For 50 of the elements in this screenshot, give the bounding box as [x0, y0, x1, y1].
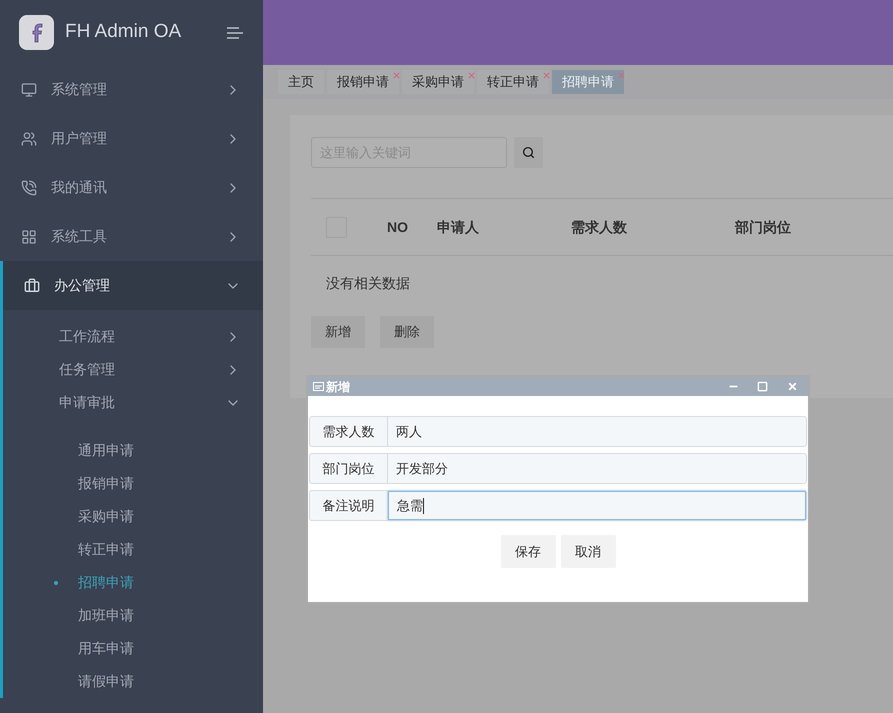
text-cursor [423, 498, 424, 514]
sidebar-item[interactable]: 用户管理 [0, 114, 263, 163]
users-icon [21, 130, 37, 146]
close-icon[interactable] [392, 71, 401, 80]
sidebar-subitem[interactable]: 任务管理 [3, 353, 263, 386]
grid-icon [21, 228, 37, 244]
menu-icon[interactable] [226, 26, 244, 40]
search-button[interactable] [514, 137, 543, 168]
dialog-button[interactable]: 取消 [560, 535, 616, 568]
close-icon[interactable] [542, 71, 551, 80]
maximize-icon[interactable] [757, 381, 768, 392]
tab[interactable]: 转正申请 [477, 70, 549, 94]
briefcase-icon [24, 278, 40, 294]
tab[interactable]: 采购申请 [402, 70, 474, 94]
monitor-icon [21, 82, 37, 98]
close-icon[interactable] [617, 71, 626, 80]
column-header: 需求人数 [571, 218, 628, 236]
sidebar-subitem[interactable]: 请假申请 [3, 665, 263, 698]
action-button[interactable]: 新增 [311, 316, 365, 348]
sidebar-subitem[interactable]: 转正申请 [3, 533, 263, 566]
sidebar-subitem[interactable]: 采购申请 [3, 500, 263, 533]
sidebar-item[interactable]: 系统管理 [0, 65, 263, 114]
sidebar-subitem[interactable]: 用车申请 [3, 632, 263, 665]
sidebar-subitem[interactable]: 报销申请 [3, 467, 263, 500]
column-header: 申请人 [437, 218, 480, 236]
close-icon[interactable] [467, 71, 476, 80]
input-field[interactable]: 急需 [388, 491, 806, 520]
field-label: 备注说明 [310, 491, 388, 520]
sidebar-subitem[interactable]: 通用申请 [3, 434, 263, 467]
sidebar-item[interactable]: 我的通讯 [0, 163, 263, 212]
empty-message: 没有相关数据 [326, 274, 410, 293]
tab[interactable]: 主页 [278, 70, 324, 94]
sidebar-subitem[interactable]: 工作流程 [3, 320, 263, 353]
dialog-title: 新增 [326, 378, 350, 396]
window-icon [313, 382, 324, 391]
action-button[interactable]: 删除 [380, 316, 434, 348]
sidebar-subitem[interactable]: 申请审批 [3, 386, 263, 419]
tab[interactable]: 招聘申请 [552, 70, 624, 94]
column-header: NO [387, 218, 409, 236]
sidebar-item[interactable]: 办公管理 [0, 261, 263, 310]
sidebar-item[interactable]: 系统工具 [0, 212, 263, 261]
dialog-button[interactable]: 保存 [500, 535, 556, 568]
search-icon [522, 146, 535, 159]
logo-icon [19, 15, 54, 50]
phone-icon [21, 180, 37, 196]
tab[interactable]: 报销申请 [327, 70, 399, 94]
app-title: FH Admin OA [65, 20, 182, 44]
sidebar-subitem[interactable]: 招聘申请 [3, 566, 263, 599]
sidebar-subitem[interactable]: 加班申请 [3, 599, 263, 632]
column-header: 部门岗位 [735, 218, 792, 236]
